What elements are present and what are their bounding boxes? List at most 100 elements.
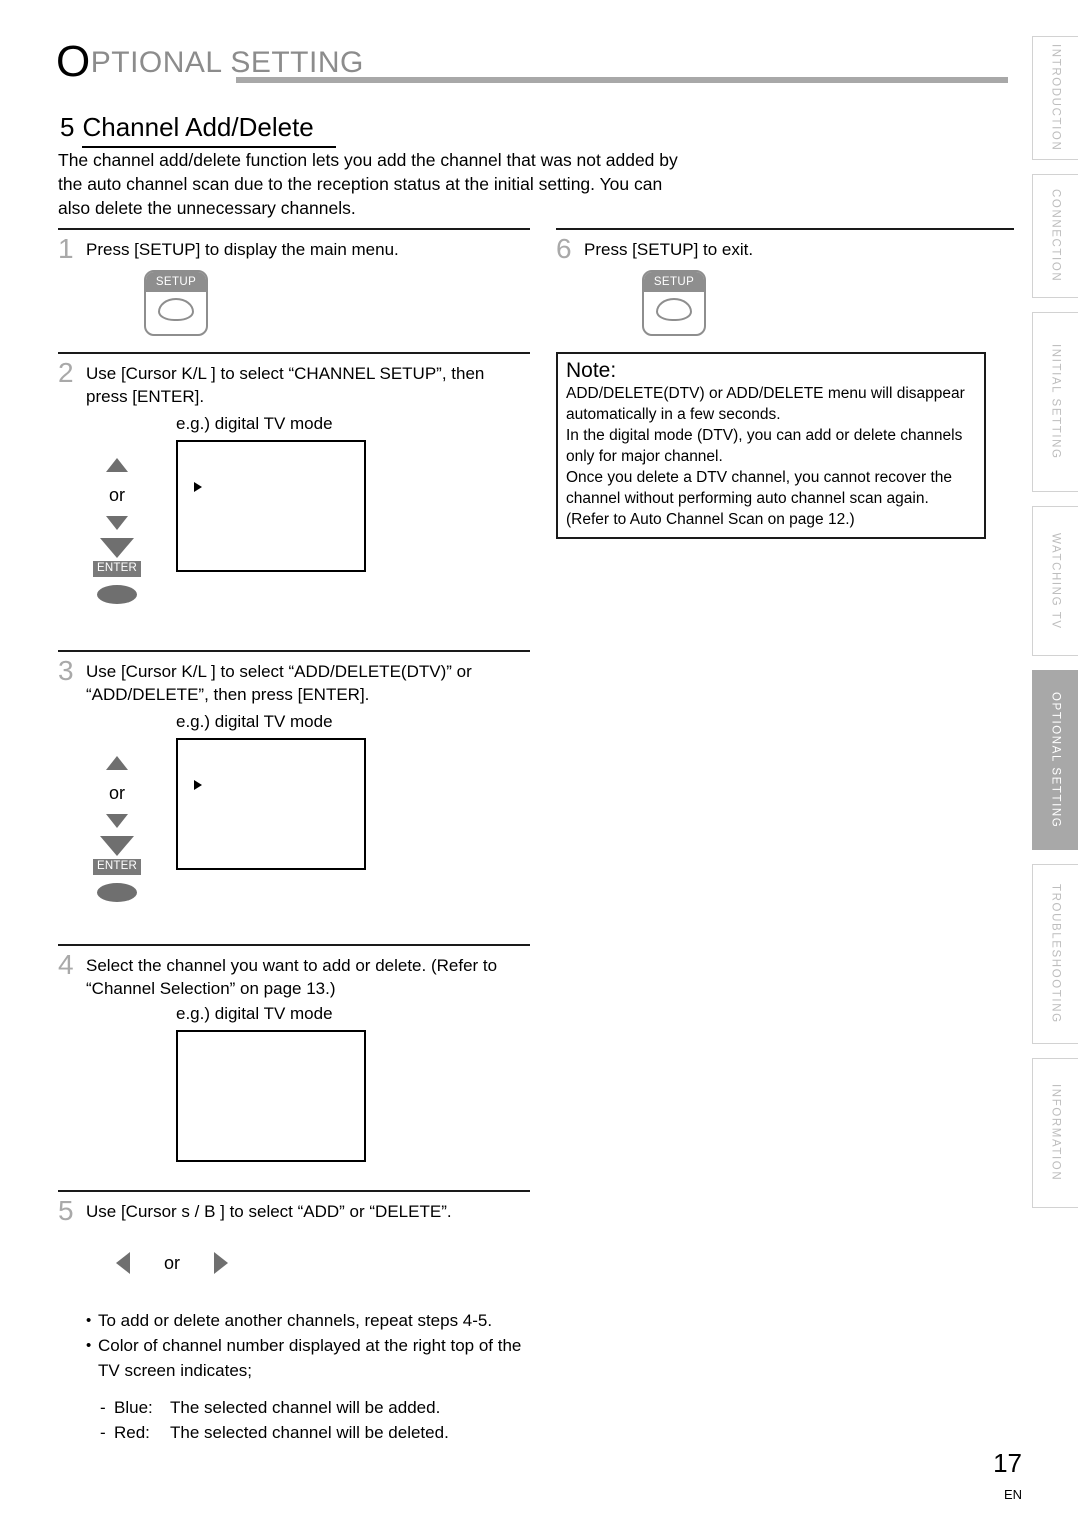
- bullet-item: • To add or delete another channels, rep…: [86, 1308, 530, 1333]
- sub-bullet-item: - Red: The selected channel will be dele…: [86, 1420, 530, 1445]
- bullet-text: To add or delete another channels, repea…: [98, 1311, 493, 1330]
- step-3-text: Use [Cursor K/L ] to select “ADD/DELETE(…: [86, 662, 472, 704]
- step-5: 5 Use [Cursor s / B ] to select “ADD” or…: [58, 1190, 530, 1274]
- step-4-text: Select the channel you want to add or de…: [86, 956, 498, 998]
- setup-key-button[interactable]: SETUP: [642, 270, 706, 336]
- tab-label: INITIAL SETTING: [1049, 344, 1062, 460]
- setup-key-glyph-wrap: [146, 298, 206, 321]
- step-2-key-column: or ENTER: [58, 414, 176, 604]
- sub-bullet-text: The selected channel will be added.: [170, 1398, 441, 1417]
- setup-key-button[interactable]: SETUP: [144, 270, 208, 336]
- setup-button-oval-icon: [656, 298, 692, 321]
- step-1-text: Press [SETUP] to display the main menu.: [86, 240, 399, 259]
- section-intro: The channel add/delete function lets you…: [58, 150, 678, 218]
- right-column: 6 Press [SETUP] to exit. SETUP Note: ADD…: [556, 228, 1014, 539]
- note-line: ADD/DELETE(DTV) or ADD/DELETE menu will …: [566, 385, 965, 402]
- tab-label: OPTIONAL SETTING: [1049, 691, 1062, 829]
- note-box: Note: ADD/DELETE(DTV) or ADD/DELETE menu…: [556, 352, 986, 539]
- cursor-up-icon: [106, 756, 128, 770]
- step-2-screen-caption: e.g.) digital TV mode: [176, 414, 333, 433]
- tab-information[interactable]: INFORMATION: [1032, 1058, 1078, 1208]
- step-3-screen-group: e.g.) digital TV mode: [176, 712, 366, 870]
- step-3-number: 3: [58, 655, 74, 686]
- tab-label: INFORMATION: [1049, 1084, 1062, 1182]
- tab-initial-setting[interactable]: INITIAL SETTING: [1032, 312, 1078, 492]
- step-4-screen-group: e.g.) digital TV mode: [176, 1004, 366, 1162]
- step-2-screen-group: e.g.) digital TV mode: [176, 414, 366, 572]
- section-number: 5: [60, 112, 75, 142]
- tab-connection[interactable]: CONNECTION: [1032, 174, 1078, 298]
- step-5-text: Use [Cursor s / B ] to select “ADD” or “…: [86, 1202, 452, 1221]
- sub-bullet-text: The selected channel will be deleted.: [170, 1423, 449, 1442]
- note-line: automatically in a few seconds.: [566, 406, 781, 423]
- note-title: Note:: [566, 359, 617, 382]
- sub-bullet-item: - Blue: The selected channel will be add…: [86, 1395, 530, 1420]
- step-2-text: Use [Cursor K/L ] to select “CHANNEL SET…: [86, 364, 485, 406]
- step-1: 1 Press [SETUP] to display the main menu…: [58, 228, 530, 352]
- page-number: 17: [993, 1448, 1022, 1478]
- enter-button-oval-icon: [97, 585, 137, 604]
- sub-bullet-key: Blue:: [114, 1398, 153, 1417]
- chapter-title: OPTIONAL SETTING: [56, 40, 364, 84]
- step-3-screen-mock: [176, 738, 366, 870]
- note-line: In the digital mode (DTV), you can add o…: [566, 427, 963, 444]
- step-3-key-column: or ENTER: [58, 712, 176, 902]
- flow-down-arrow-icon: [100, 836, 134, 856]
- note-line: Once you delete a DTV channel, you canno…: [566, 469, 953, 486]
- tab-troubleshooting[interactable]: TROUBLESHOOTING: [1032, 864, 1078, 1044]
- note-line: channel without performing auto channel …: [566, 490, 929, 507]
- step-2-or-label: or: [108, 485, 125, 505]
- step-6-text: Press [SETUP] to exit.: [584, 240, 754, 259]
- tab-label: INTRODUCTION: [1049, 44, 1062, 152]
- enter-key-badge[interactable]: ENTER: [93, 859, 141, 875]
- chapter-tab-rail: INTRODUCTION CONNECTION INITIAL SETTING …: [1032, 36, 1080, 1222]
- step-5-number: 5: [58, 1195, 74, 1226]
- step-4-screen-mock: [176, 1030, 366, 1162]
- sub-bullet-key: Red:: [114, 1423, 150, 1442]
- step-3-or-label: or: [108, 783, 125, 803]
- sub-bullet-dash: -: [100, 1398, 106, 1417]
- flow-down-arrow-icon: [100, 538, 134, 558]
- step-2: 2 Use [Cursor K/L ] to select “CHANNEL S…: [58, 352, 530, 604]
- step-4-number: 4: [58, 949, 74, 980]
- step-4-screen-caption: e.g.) digital TV mode: [176, 1004, 333, 1023]
- tab-label: TROUBLESHOOTING: [1049, 884, 1062, 1024]
- bullet-marker-icon: •: [86, 1337, 92, 1354]
- step-6-number: 6: [556, 233, 572, 264]
- step-2-screen-mock: [176, 440, 366, 572]
- step-6: 6 Press [SETUP] to exit. SETUP: [556, 228, 1014, 348]
- chapter-title-rest: PTIONAL SETTING: [90, 46, 364, 79]
- chapter-header: OPTIONAL SETTING: [56, 40, 1064, 100]
- left-column: 1 Press [SETUP] to display the main menu…: [58, 228, 530, 1445]
- enter-key-badge[interactable]: ENTER: [93, 561, 141, 577]
- enter-button-oval-icon: [97, 883, 137, 902]
- sub-bullet-dash: -: [100, 1423, 106, 1442]
- step-3: 3 Use [Cursor K/L ] to select “ADD/DELET…: [58, 650, 530, 902]
- cursor-down-icon: [106, 814, 128, 828]
- bullet-marker-icon: •: [86, 1312, 92, 1329]
- tab-watching-tv[interactable]: WATCHING TV: [1032, 506, 1078, 656]
- cursor-right-icon: [214, 1252, 229, 1274]
- chapter-drop-cap: O: [56, 37, 91, 86]
- menu-cursor-icon: [194, 482, 202, 492]
- bullet-text: Color of channel number displayed at the…: [98, 1336, 522, 1380]
- step-1-number: 1: [58, 233, 74, 264]
- chapter-rule: [236, 77, 1008, 83]
- step-3-screen-caption: e.g.) digital TV mode: [176, 712, 333, 731]
- cursor-up-icon: [106, 458, 128, 472]
- tab-introduction[interactable]: INTRODUCTION: [1032, 36, 1078, 160]
- page-language-code: EN: [1003, 1487, 1022, 1502]
- setup-key-glyph-wrap: [644, 298, 704, 321]
- menu-cursor-icon: [194, 780, 202, 790]
- step-2-number: 2: [58, 357, 74, 388]
- setup-key-label: SETUP: [644, 272, 704, 292]
- note-line: only for major channel.: [566, 448, 723, 465]
- setup-key-label: SETUP: [146, 272, 206, 292]
- section-heading: 5 Channel Add/Delete: [60, 112, 560, 148]
- tab-optional-setting[interactable]: OPTIONAL SETTING: [1032, 670, 1078, 850]
- manual-page: OPTIONAL SETTING 5 Channel Add/Delete Th…: [0, 0, 1080, 1526]
- bullet-item: • Color of channel number displayed at t…: [86, 1333, 530, 1383]
- notes-bullet-list: • To add or delete another channels, rep…: [58, 1308, 530, 1445]
- cursor-down-icon: [106, 516, 128, 530]
- tab-label: WATCHING TV: [1049, 532, 1062, 630]
